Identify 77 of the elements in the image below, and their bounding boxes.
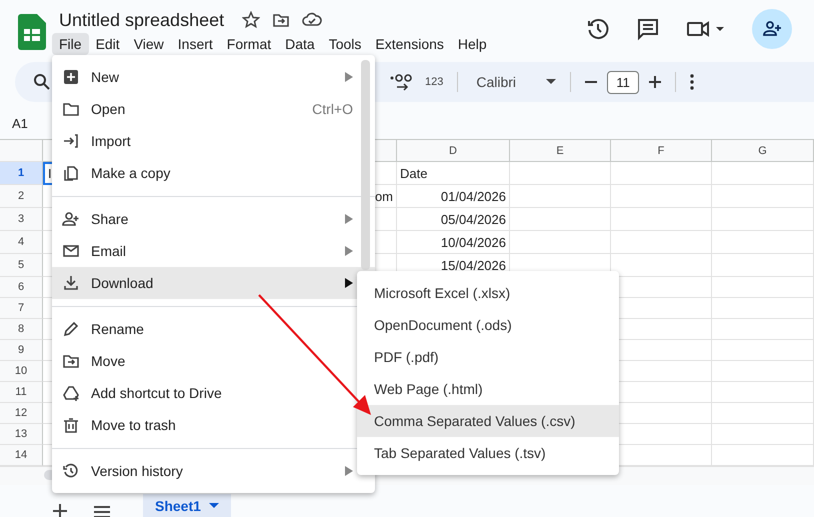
add-person-icon	[62, 210, 80, 228]
menu-item[interactable]: Edit	[88, 33, 127, 55]
row-header[interactable]: 10	[0, 361, 43, 382]
row-header[interactable]: 7	[0, 298, 43, 319]
more-icon[interactable]	[690, 74, 694, 90]
row-header[interactable]: 12	[0, 403, 43, 424]
import-icon	[62, 132, 80, 150]
row-header[interactable]: 13	[0, 424, 43, 445]
menu-item[interactable]: Tools	[322, 33, 368, 55]
sheets-logo-icon[interactable]	[18, 14, 46, 50]
folder-arrow-icon	[62, 352, 80, 370]
folder-arrow-icon[interactable]	[272, 11, 290, 29]
row-header[interactable]: 3	[0, 208, 43, 231]
menu-item[interactable]: PDF (.pdf)	[357, 341, 619, 373]
decimal-icon[interactable]	[389, 72, 413, 92]
row-header[interactable]: 8	[0, 319, 43, 340]
column-header[interactable]: F	[611, 140, 712, 162]
row-header[interactable]: 2	[0, 185, 43, 208]
menu-item[interactable]: New	[52, 61, 375, 93]
font-dropdown[interactable]: Calibri	[476, 74, 536, 90]
column-header[interactable]: D	[397, 140, 510, 162]
comment-icon[interactable]	[636, 17, 660, 41]
row-header[interactable]: 11	[0, 382, 43, 403]
menu-icon[interactable]	[94, 506, 110, 517]
plus-square-icon	[62, 68, 80, 86]
drive-plus-icon	[62, 384, 80, 402]
row-header[interactable]: 14	[0, 445, 43, 466]
menu-item[interactable]: Import	[52, 125, 375, 157]
search-icon[interactable]	[33, 73, 51, 91]
share-button[interactable]	[752, 9, 792, 49]
add-person-icon	[762, 19, 782, 39]
menu-item[interactable]: Comma Separated Values (.csv)	[357, 405, 619, 437]
row-header[interactable]: 6	[0, 277, 43, 298]
table-cell: 01/04/2026	[397, 185, 510, 208]
table-cell: Date	[397, 162, 510, 185]
copy-icon	[62, 164, 80, 182]
menu-item[interactable]: File	[52, 33, 89, 55]
download-icon	[62, 274, 80, 292]
cloud-icon[interactable]	[302, 12, 322, 28]
menu-item[interactable]: Tab Separated Values (.tsv)	[357, 437, 619, 469]
table-cell: 10/04/2026	[397, 231, 510, 254]
add-sheet-icon[interactable]	[53, 504, 67, 517]
column-header[interactable]: E	[510, 140, 611, 162]
row-header[interactable]: 4	[0, 231, 43, 254]
envelope-icon	[62, 242, 80, 260]
trash-icon	[62, 416, 80, 434]
sheet-tab[interactable]: Sheet1	[143, 494, 231, 517]
table-cell: 05/04/2026	[397, 208, 510, 231]
scrollbar[interactable]	[361, 60, 370, 270]
menu-item[interactable]: View	[126, 33, 171, 55]
row-header[interactable]: 9	[0, 340, 43, 361]
star-icon[interactable]	[242, 11, 260, 29]
menu-item[interactable]: Help	[450, 33, 494, 55]
menu-item[interactable]: OpenDocument (.ods)	[357, 309, 619, 341]
menu-item[interactable]: Format	[220, 33, 278, 55]
menu-item[interactable]: Web Page (.html)	[357, 373, 619, 405]
menu-item[interactable]: Download	[52, 267, 375, 299]
font-size-field[interactable]: 11	[607, 70, 639, 94]
document-title[interactable]: Untitled spreadsheet	[59, 10, 224, 30]
menu-item[interactable]: Data	[278, 33, 322, 55]
history-icon[interactable]	[586, 17, 610, 41]
history-icon	[62, 462, 80, 480]
pencil-icon	[62, 320, 80, 338]
folder-icon	[62, 100, 80, 118]
column-header[interactable]: G	[712, 140, 814, 162]
menu-item[interactable]: Insert	[170, 33, 220, 55]
caret-icon	[208, 503, 219, 509]
caret-icon[interactable]	[546, 79, 556, 85]
row-header[interactable]: 1	[0, 162, 43, 185]
menu-item[interactable]: Extensions	[368, 33, 451, 55]
number-format-button[interactable]: 123	[425, 76, 444, 88]
corner-cell[interactable]	[0, 140, 43, 162]
row-header[interactable]: 5	[0, 254, 43, 277]
menu-item[interactable]: Open Ctrl+O	[52, 93, 375, 125]
plus-icon[interactable]	[648, 76, 661, 88]
menu-item[interactable]: Email	[52, 235, 375, 267]
name-box[interactable]: A1	[12, 116, 28, 131]
